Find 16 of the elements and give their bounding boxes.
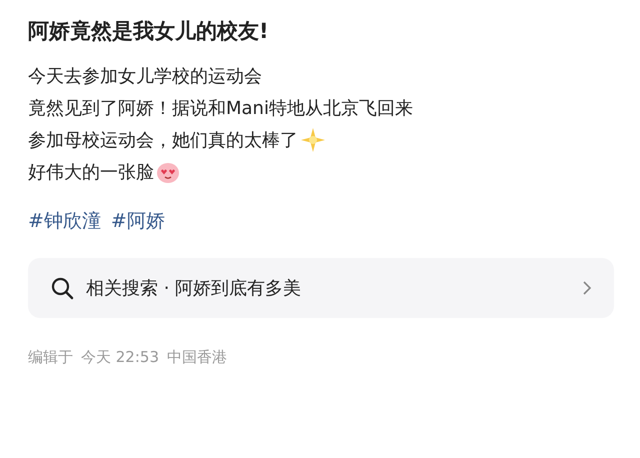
post-meta-text: 编辑于	[28, 348, 73, 367]
heart-eyes-face-icon	[156, 160, 180, 184]
chevron-right-icon	[582, 280, 592, 296]
post-text: 今天去参加女儿学校的运动会	[28, 65, 262, 88]
post-meta-text: 今天 22:53	[81, 348, 159, 367]
hashtag-link[interactable]: #阿娇	[110, 208, 165, 234]
related-search-text: 相关搜索 · 阿娇到底有多美	[86, 277, 302, 300]
search-icon	[50, 276, 74, 300]
related-search-bar[interactable]: 相关搜索 · 阿娇到底有多美	[28, 258, 614, 318]
post-text: 好伟大的一张脸	[28, 161, 154, 184]
post-text: 参加母校运动会，她们真的太棒了	[28, 129, 298, 152]
sparkle-icon	[300, 127, 326, 153]
post-title: 阿娇竟然是我女儿的校友!	[28, 18, 270, 45]
hashtag-link[interactable]: #钟欣潼	[28, 208, 101, 234]
post-meta-text: 中国香港	[167, 348, 227, 367]
post-text: 竟然见到了阿娇！据说和Mani特地从北京飞回来	[28, 97, 413, 120]
